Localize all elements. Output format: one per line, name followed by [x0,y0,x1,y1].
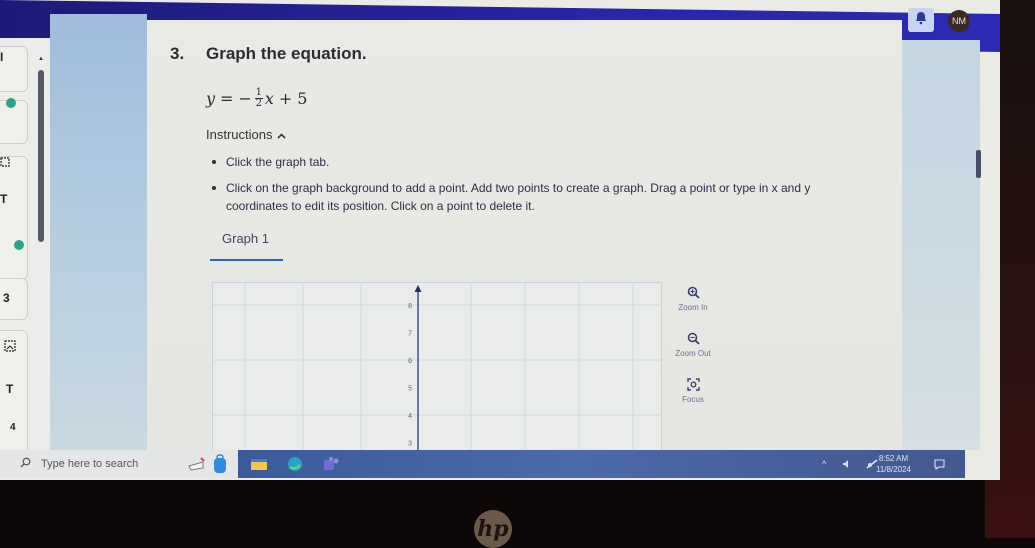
question-navigator: I T 3 T 4 ▲ ▼ [0,38,63,478]
question-title: Graph the equation. [206,44,367,63]
zoom-in-button[interactable]: Zoom In [668,286,718,312]
fraction-denominator: 2 [255,98,263,109]
nav-item-label: 4 [10,422,16,433]
navigator-scrollbar[interactable] [38,70,44,242]
text-icon: T [0,192,8,206]
search-icon [20,457,31,471]
y-tick-label: 5 [408,386,412,393]
windows-taskbar: Type here to search ^ 8:52 AM 11/8/2024 [0,450,965,478]
dot-icon [6,98,16,108]
scroll-up-icon[interactable]: ▲ [38,56,44,62]
zoom-out-label: Zoom Out [675,349,711,358]
zoom-out-button[interactable]: Zoom Out [668,332,718,358]
search-placeholder: Type here to search [41,458,139,470]
dot-icon [14,240,24,250]
focus-icon [668,378,718,391]
instructions-toggle[interactable]: Instructions [206,127,287,142]
nav-card[interactable] [0,156,28,280]
y-tick-label: 3 [408,441,412,448]
active-tab-indicator [210,259,283,261]
tab-graph-1[interactable]: Graph 1 [222,231,269,246]
page-scrollbar[interactable] [976,150,981,178]
right-margin-panel [902,40,980,450]
instruction-item: Click on the graph background to add a p… [212,179,852,215]
equation: y = − 1 2 x + 5 [206,88,307,109]
notification-center-icon[interactable] [934,450,945,478]
equation-fraction: 1 2 [254,87,263,109]
zoom-in-label: Zoom In [678,303,708,312]
graph-svg[interactable]: 8 7 6 5 4 3 [213,283,662,452]
y-tick-label: 8 [408,303,412,310]
whiteboard-icon[interactable] [186,454,208,474]
y-tick-label: 4 [408,413,412,420]
equation-constant: 5 [297,89,308,108]
nav-item-label: I [0,50,4,64]
instruction-item: Click the graph tab. [212,153,852,171]
question-number: 3. [170,44,185,63]
equation-equals: = [220,89,234,108]
zoom-in-icon [668,286,718,299]
file-explorer-icon[interactable] [248,454,270,474]
left-margin-panel [50,14,147,450]
user-avatar[interactable]: NM [948,10,970,32]
image-icon [0,156,10,170]
zoom-out-icon [668,332,718,345]
focus-button[interactable]: Focus [668,378,718,404]
y-tick-label: 7 [408,331,412,338]
equation-variable: x [264,89,274,108]
instructions-label: Instructions [206,127,273,142]
tray-chevron[interactable]: ^ [822,450,826,478]
edge-icon[interactable] [284,454,306,474]
nav-item-label: 3 [3,291,10,305]
teams-icon[interactable] [320,454,342,474]
hp-logo: hp [474,510,512,548]
fraction-numerator: 1 [255,87,263,98]
volume-icon[interactable] [842,450,852,478]
image-icon [4,340,16,355]
nav-card[interactable] [0,46,28,92]
clock-time: 8:52 AM [878,454,909,463]
graph-canvas[interactable]: 8 7 6 5 4 3 [212,282,662,452]
bell-icon [914,11,928,30]
equation-sign: − [238,89,252,108]
text-icon: T [6,382,14,396]
clock-date: 11/8/2024 [876,465,911,474]
instructions-list: Click the graph tab. Click on the graph … [212,153,852,223]
notifications-button[interactable] [908,8,934,32]
equation-lhs: y [206,89,216,108]
equation-plus: + [278,89,293,108]
chevron-up-icon [277,127,287,142]
system-clock[interactable]: 8:52 AM 11/8/2024 [876,453,911,475]
focus-label: Focus [682,395,704,404]
y-axis-arrow [414,285,422,292]
backpack-icon[interactable] [209,454,231,474]
y-tick-label: 6 [408,358,412,365]
screen: NM I T 3 T 4 ▲ ▼ 3. Graph the equation. … [0,0,1000,480]
